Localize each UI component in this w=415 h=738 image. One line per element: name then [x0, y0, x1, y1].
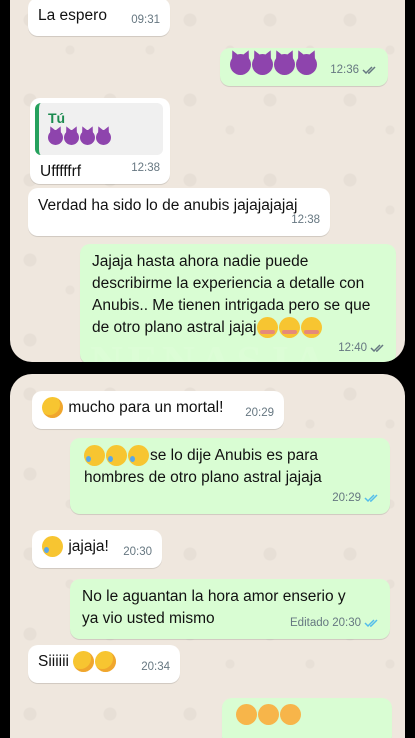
- smiling-devil-icon: [80, 130, 95, 146]
- message-time: 20:34: [141, 661, 170, 673]
- outgoing-message[interactable]: Jajaja hasta ahora nadie puede describir…: [80, 244, 396, 362]
- smiling-devil-icon: [230, 54, 251, 76]
- smiling-devil-icon: [296, 54, 317, 76]
- face-exhaling-icon: [278, 317, 300, 339]
- rolling-laughing-icon: [106, 445, 127, 467]
- message-text: Siiiiii: [38, 653, 69, 670]
- crying-laughing-icon: [42, 536, 63, 558]
- outgoing-message[interactable]: [222, 698, 392, 738]
- incoming-message[interactable]: Verdad ha sido lo de anubis jajajajajaj …: [28, 188, 330, 236]
- message-line: Anubis.. Me tienen intrigada pero se que: [92, 297, 371, 314]
- message-time: 09:31: [131, 14, 160, 26]
- rolling-laughing-icon: [128, 445, 149, 467]
- message-line: hombres de otro plano astral jajaja: [84, 469, 322, 486]
- smiling-devil-icon: [274, 54, 295, 76]
- message-line: No le aguantan la hora amor enserio y: [82, 588, 346, 605]
- smiling-devil-icon: [252, 54, 273, 76]
- read-ticks-icon: [362, 66, 376, 75]
- hugging-face-icon: [236, 704, 257, 726]
- incoming-message[interactable]: Siiiiii 20:34: [28, 645, 180, 683]
- chat-screenshot-top: La espero 09:31 12:36 Tú Ufffffrf 12:38 …: [10, 0, 405, 362]
- hugging-face-icon: [280, 704, 301, 726]
- smiling-devil-icon: [96, 130, 111, 146]
- message-time: 12:36: [330, 64, 359, 76]
- message-line: de otro plano astral jajaj: [92, 319, 257, 336]
- weary-face-icon: [42, 397, 63, 419]
- smiling-devil-icon: [48, 130, 63, 146]
- weary-face-icon: [95, 651, 117, 673]
- outgoing-message[interactable]: 12:36: [220, 48, 388, 86]
- incoming-message[interactable]: La espero 09:31: [28, 0, 170, 36]
- message-text: Ufffffrf: [40, 163, 82, 180]
- chat-screenshot-bottom: mucho para un mortal! 20:29 se lo dije A…: [10, 374, 405, 738]
- message-time: 12:38: [291, 214, 320, 226]
- read-ticks-icon: [364, 619, 378, 628]
- message-time: 20:30: [123, 546, 152, 558]
- message-line: Jajaja hasta ahora nadie puede: [92, 253, 309, 270]
- outgoing-message[interactable]: se lo dije Anubis es para hombres de otr…: [70, 438, 390, 514]
- quoted-message[interactable]: Tú: [35, 103, 163, 155]
- message-time: 20:29: [332, 492, 361, 504]
- message-text: Verdad ha sido lo de anubis jajajajajaj: [38, 197, 298, 214]
- message-text: mucho para un mortal!: [68, 399, 224, 416]
- message-line: se lo dije Anubis es para: [150, 447, 319, 464]
- message-time: 12:40: [338, 342, 367, 354]
- face-exhaling-icon: [256, 317, 278, 339]
- incoming-message[interactable]: mucho para un mortal! 20:29: [32, 391, 284, 429]
- smiling-devil-icon: [64, 130, 79, 146]
- face-exhaling-icon: [300, 317, 322, 339]
- read-ticks-icon: [370, 344, 384, 353]
- rolling-laughing-icon: [84, 445, 105, 467]
- read-ticks-icon: [364, 494, 378, 503]
- message-text: La espero: [38, 7, 107, 24]
- outgoing-message[interactable]: No le aguantan la hora amor enserio y ya…: [70, 579, 390, 639]
- edited-label: Editado: [290, 617, 330, 629]
- message-time: 20:29: [245, 407, 274, 419]
- message-time: 20:30: [332, 617, 361, 629]
- message-time: 12:38: [131, 162, 160, 174]
- incoming-message[interactable]: jajaja! 20:30: [32, 530, 162, 568]
- message-line: describirme la experiencia a detalle con: [92, 275, 365, 292]
- hugging-face-icon: [258, 704, 279, 726]
- weary-face-icon: [73, 651, 95, 673]
- message-text: jajaja!: [68, 538, 109, 555]
- incoming-message-with-quote[interactable]: Tú Ufffffrf 12:38: [30, 98, 170, 184]
